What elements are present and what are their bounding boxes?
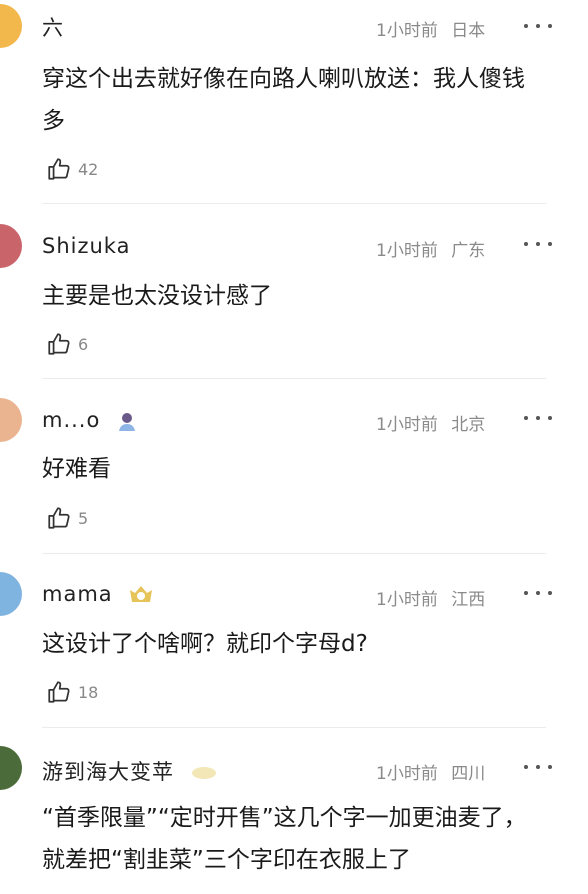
- thumbs-up-icon: [48, 158, 70, 180]
- comment-meta: 1小时前 日本: [376, 16, 485, 41]
- thumbs-up-icon: [48, 333, 70, 355]
- avatar-badge-icon: [119, 413, 136, 431]
- comment-location: 北京: [451, 415, 486, 435]
- comment-time: 1小时前: [376, 590, 438, 610]
- divider: [42, 203, 546, 204]
- divider: [42, 553, 546, 554]
- user-name: 游到海大变苹: [42, 756, 218, 786]
- like-button[interactable]: 6: [46, 331, 88, 357]
- comment-meta: 1小时前 广东: [376, 236, 485, 261]
- user-name: m...o: [42, 408, 138, 432]
- comment-location: 江西: [451, 590, 486, 610]
- like-count: 18: [78, 682, 99, 702]
- user-avatar[interactable]: [0, 572, 22, 616]
- like-button[interactable]: 42: [46, 156, 98, 182]
- like-count: 42: [78, 159, 99, 179]
- user-name-text[interactable]: m...o: [42, 408, 100, 432]
- comment-time: 1小时前: [376, 415, 438, 435]
- like-button[interactable]: 18: [46, 679, 98, 705]
- more-dots-icon[interactable]: [524, 414, 552, 422]
- comment-location: 四川: [451, 764, 486, 784]
- comment-text: 这设计了个啥啊？就印个字母d?: [42, 631, 368, 657]
- comment-text: 穿这个出去就好像在向路人喇叭放送：我人傻钱多: [42, 66, 525, 134]
- comment-time: 1小时前: [376, 21, 438, 41]
- user-name[interactable]: 六: [42, 12, 64, 42]
- thumbs-up-icon: [48, 681, 70, 703]
- comment-time: 1小时前: [376, 764, 438, 784]
- user-avatar[interactable]: [0, 224, 22, 268]
- like-count: 6: [78, 334, 89, 354]
- comment-meta: 1小时前 北京: [376, 410, 485, 435]
- more-dots-icon[interactable]: [524, 589, 552, 597]
- comment-meta: 1小时前 江西: [376, 585, 485, 610]
- more-dots-icon[interactable]: [524, 240, 552, 248]
- user-avatar[interactable]: [0, 4, 22, 48]
- comment-text: 主要是也太没设计感了: [42, 283, 272, 309]
- comment-text: “首季限量”“定时开售”这几个字一加更油麦了，就差把“割韭菜”三个字印在衣服上了: [42, 805, 527, 873]
- user-name-text[interactable]: mama: [42, 582, 113, 606]
- user-name: mama: [42, 582, 154, 606]
- avatar-badge-icon: [191, 767, 216, 779]
- avatar-badge-icon: [130, 586, 153, 602]
- user-name[interactable]: Shizuka: [42, 234, 130, 258]
- comment-text: 好难看: [42, 456, 111, 482]
- user-avatar[interactable]: [0, 746, 22, 790]
- divider: [42, 378, 546, 379]
- comment-meta: 1小时前 四川: [376, 759, 485, 784]
- thumbs-up-icon: [48, 507, 70, 529]
- more-dots-icon[interactable]: [524, 22, 552, 30]
- divider: [42, 727, 546, 728]
- comment-location: 日本: [451, 21, 486, 41]
- user-name-text[interactable]: 游到海大变苹: [42, 760, 174, 784]
- user-avatar[interactable]: [0, 398, 22, 442]
- more-dots-icon[interactable]: [524, 763, 552, 771]
- comment-time: 1小时前: [376, 241, 438, 261]
- like-button[interactable]: 5: [46, 505, 88, 531]
- like-count: 5: [78, 508, 89, 528]
- comment-location: 广东: [451, 241, 486, 261]
